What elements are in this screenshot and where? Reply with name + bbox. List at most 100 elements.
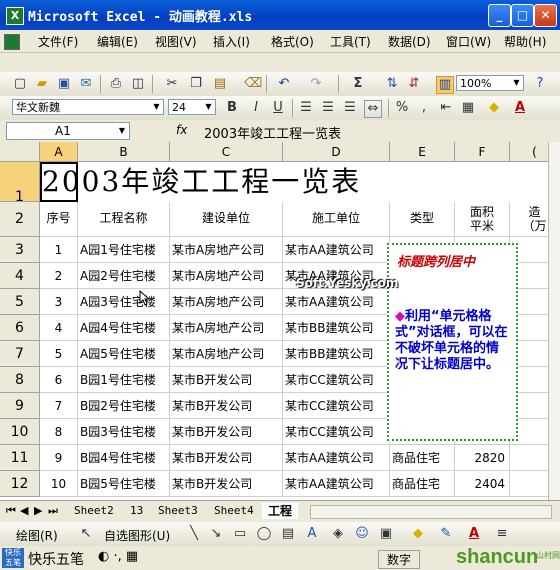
cell-type[interactable]: 商品住宅	[390, 471, 455, 497]
formula-input[interactable]: 2003年竣工工程一览表	[204, 123, 341, 142]
cell-contractor[interactable]: 某市CC建筑公司	[283, 393, 390, 419]
line-color-icon[interactable]: ✎	[438, 526, 454, 542]
cell-type[interactable]: 商品住宅	[390, 445, 455, 471]
menu-file[interactable]: 文件(F)	[38, 33, 78, 50]
diagram-icon[interactable]: ◈	[330, 526, 346, 542]
picture-icon[interactable]: ▣	[378, 526, 394, 542]
row-header[interactable]: 4	[0, 263, 40, 289]
column-header[interactable]: C	[170, 142, 283, 162]
column-header[interactable]: D	[283, 142, 390, 162]
line-icon[interactable]: ╲	[186, 526, 202, 542]
row-header[interactable]: 8	[0, 367, 40, 393]
tab-nav-first-icon[interactable]: ⏮	[6, 503, 16, 519]
tab-nav-prev-icon[interactable]: ◀	[20, 503, 28, 519]
tab-engineering[interactable]: 工程	[262, 503, 299, 519]
fill-color-icon[interactable]: ◆	[410, 526, 426, 542]
header-builder[interactable]: 建设单位	[170, 202, 283, 237]
row-header[interactable]: 6	[0, 315, 40, 341]
decrease-indent-icon[interactable]: ⇤	[438, 100, 454, 116]
oval-icon[interactable]: ◯	[256, 526, 272, 542]
cell-contractor[interactable]: 某市CC建筑公司	[283, 367, 390, 393]
chart-wizard-icon[interactable]: ▥	[436, 76, 454, 94]
cell-number[interactable]: 2	[40, 263, 78, 289]
font-name-select[interactable]: 华文新魏 ▼	[12, 99, 164, 115]
print-preview-icon[interactable]: ◫	[130, 76, 146, 92]
cell-builder[interactable]: 某市A房地产公司	[170, 341, 283, 367]
cell-project-name[interactable]: B园4号住宅楼	[78, 445, 170, 471]
cell-contractor[interactable]: 某市AA建筑公司	[283, 445, 390, 471]
minimize-button[interactable]: _	[488, 4, 511, 27]
ime-name[interactable]: 快乐五笔	[28, 549, 84, 569]
cell-area[interactable]: 2404	[455, 471, 510, 497]
cell-project-name[interactable]: B园1号住宅楼	[78, 367, 170, 393]
column-header[interactable]: F	[455, 142, 510, 162]
menu-format[interactable]: 格式(O)	[271, 33, 314, 50]
tab-sheet2[interactable]: Sheet2	[74, 503, 114, 519]
italic-button[interactable]: I	[248, 100, 264, 116]
tab-nav-last-icon[interactable]: ⏭	[48, 503, 58, 519]
select-objects-icon[interactable]: ↖	[78, 526, 94, 542]
ime-mode-icons[interactable]: ◐ ·, ▦	[98, 549, 138, 564]
cell-area[interactable]: 2820	[455, 445, 510, 471]
cell-project-name[interactable]: A园1号住宅楼	[78, 237, 170, 263]
tab-sheet4[interactable]: Sheet4	[214, 503, 254, 519]
underline-button[interactable]: U	[270, 100, 286, 116]
maximize-button[interactable]: □	[511, 4, 534, 27]
redo-icon[interactable]: ↷	[308, 76, 324, 92]
horizontal-scrollbar[interactable]	[310, 505, 552, 519]
clipart-icon[interactable]: ☺	[354, 526, 370, 542]
name-box[interactable]: A1 ▼	[6, 122, 130, 140]
cell-number[interactable]: 1	[40, 237, 78, 263]
cell-project-name[interactable]: A园2号住宅楼	[78, 263, 170, 289]
header-number[interactable]: 序号	[40, 202, 78, 237]
row-header[interactable]: 5	[0, 289, 40, 315]
print-icon[interactable]: ⎙	[108, 76, 124, 92]
save-icon[interactable]: ▣	[56, 76, 72, 92]
wordart-icon[interactable]: A	[304, 526, 320, 542]
fill-color-icon[interactable]: ◆	[486, 100, 502, 116]
cell-contractor[interactable]: 某市AA建筑公司	[283, 289, 390, 315]
cell-project-name[interactable]: B园2号住宅楼	[78, 393, 170, 419]
align-center-icon[interactable]: ☰	[320, 100, 336, 116]
sort-descending-icon[interactable]: ⇵	[406, 76, 422, 92]
cell-project-name[interactable]: B园5号住宅楼	[78, 471, 170, 497]
line-style-icon[interactable]: ≡	[494, 526, 510, 542]
mail-icon[interactable]: ✉	[78, 76, 94, 92]
menu-edit[interactable]: 编辑(E)	[97, 33, 138, 50]
row-header[interactable]: 3	[0, 237, 40, 263]
autosum-icon[interactable]: Σ	[350, 76, 366, 92]
zoom-select[interactable]: 100% ▼	[456, 75, 524, 91]
fx-icon[interactable]: fx	[176, 123, 187, 137]
cell-contractor[interactable]: 某市BB建筑公司	[283, 341, 390, 367]
header-area[interactable]: 面积 平米	[455, 202, 510, 237]
active-cell-a1[interactable]	[40, 162, 78, 202]
vertical-scrollbar[interactable]	[548, 142, 560, 500]
column-header[interactable]: E	[390, 142, 455, 162]
sort-ascending-icon[interactable]: ⇅	[384, 76, 400, 92]
help-icon[interactable]: ?	[532, 76, 548, 92]
cell-number[interactable]: 5	[40, 341, 78, 367]
cell-project-name[interactable]: A园3号住宅楼	[78, 289, 170, 315]
undo-icon[interactable]: ↶	[276, 76, 292, 92]
cell-number[interactable]: 3	[40, 289, 78, 315]
open-icon[interactable]: ▰	[34, 76, 50, 92]
menu-window[interactable]: 窗口(W)	[446, 33, 491, 50]
cell-builder[interactable]: 某市A房地产公司	[170, 263, 283, 289]
cell-contractor[interactable]: 某市CC建筑公司	[283, 419, 390, 445]
font-color-icon[interactable]: A	[512, 100, 528, 116]
font-color-icon[interactable]: A	[466, 526, 482, 542]
row-header[interactable]: 9	[0, 393, 40, 419]
header-name[interactable]: 工程名称	[78, 202, 170, 237]
cell-project-name[interactable]: B园3号住宅楼	[78, 419, 170, 445]
row-header[interactable]: 10	[0, 419, 40, 445]
menu-data[interactable]: 数据(D)	[388, 33, 431, 50]
cell-number[interactable]: 7	[40, 393, 78, 419]
close-button[interactable]: ✕	[534, 4, 557, 27]
merge-center-icon[interactable]: ⇔	[364, 100, 382, 118]
column-header[interactable]: B	[78, 142, 170, 162]
cell-builder[interactable]: 某市B开发公司	[170, 367, 283, 393]
sheet-title-cell[interactable]: 2003年竣工工程一览表	[40, 162, 560, 202]
menu-tools[interactable]: 工具(T)	[330, 33, 371, 50]
cell-number[interactable]: 10	[40, 471, 78, 497]
row-header[interactable]: 11	[0, 445, 40, 471]
